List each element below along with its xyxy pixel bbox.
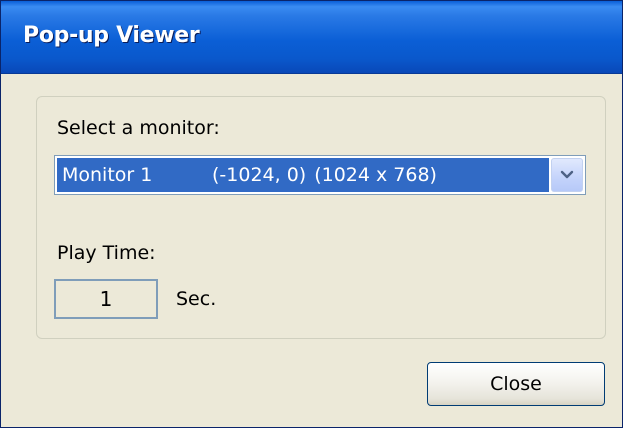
seconds-unit-label: Sec. bbox=[176, 288, 217, 310]
monitor-select-value[interactable]: Monitor 1 (-1024, 0) (1024 x 768) bbox=[57, 158, 549, 192]
select-monitor-label: Select a monitor: bbox=[57, 117, 220, 139]
play-time-input[interactable]: 1 bbox=[54, 279, 158, 319]
popup-viewer-window: Pop-up Viewer Select a monitor: Monitor … bbox=[0, 0, 623, 428]
dropdown-button[interactable] bbox=[551, 158, 583, 192]
window-title: Pop-up Viewer bbox=[23, 23, 200, 48]
dialog-body: Select a monitor: Monitor 1 (-1024, 0) (10… bbox=[9, 74, 614, 421]
chevron-down-icon bbox=[560, 170, 574, 179]
monitor-resolution: (1024 x 768) bbox=[314, 164, 437, 186]
settings-group: Select a monitor: Monitor 1 (-1024, 0) (10… bbox=[36, 96, 606, 339]
close-button[interactable]: Close bbox=[427, 362, 605, 406]
monitor-position: (-1024, 0) bbox=[212, 164, 307, 186]
title-bar[interactable]: Pop-up Viewer bbox=[1, 1, 622, 74]
monitor-select[interactable]: Monitor 1 (-1024, 0) (1024 x 768) bbox=[54, 155, 586, 195]
play-time-label: Play Time: bbox=[57, 242, 156, 264]
monitor-name: Monitor 1 bbox=[62, 164, 153, 186]
